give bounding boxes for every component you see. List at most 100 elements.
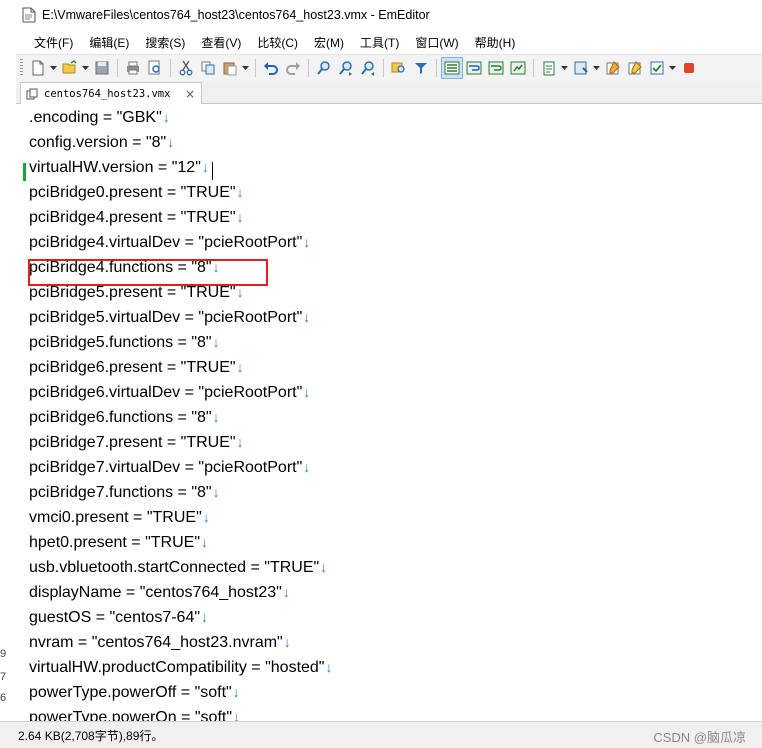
find-button[interactable] bbox=[314, 58, 334, 78]
save-button[interactable] bbox=[92, 58, 112, 78]
editor-line[interactable]: pciBridge0.present = "TRUE"↓ bbox=[29, 180, 244, 205]
editor-line[interactable]: nvram = "centos764_host23.nvram"↓ bbox=[29, 630, 291, 655]
menu-help[interactable]: 帮助(H) bbox=[467, 32, 524, 54]
line-text: pciBridge0.present = "TRUE" bbox=[29, 184, 236, 201]
eol-arrow-icon: ↓ bbox=[236, 434, 244, 450]
checklist-icon bbox=[650, 61, 664, 75]
text-caret bbox=[212, 162, 213, 180]
line-text: pciBridge4.virtualDev = "pcieRootPort" bbox=[29, 234, 303, 251]
editor-line[interactable]: pciBridge6.functions = "8"↓ bbox=[29, 405, 220, 430]
paste-button[interactable] bbox=[220, 58, 240, 78]
wrap-ruler-button[interactable] bbox=[486, 58, 506, 78]
open-dropdown[interactable] bbox=[81, 58, 89, 78]
editor-line[interactable]: pciBridge5.present = "TRUE"↓ bbox=[29, 280, 244, 305]
editor-line[interactable]: pciBridge5.virtualDev = "pcieRootPort"↓ bbox=[29, 305, 310, 330]
editor-line[interactable]: .encoding = "GBK"↓ bbox=[29, 105, 170, 130]
eol-arrow-icon: ↓ bbox=[212, 484, 220, 500]
find-next-icon bbox=[339, 61, 352, 76]
normal-mode-button[interactable] bbox=[441, 57, 463, 79]
editor-line[interactable]: pciBridge6.present = "TRUE"↓ bbox=[29, 355, 244, 380]
toolbar-separator bbox=[436, 59, 437, 77]
find-in-files-icon bbox=[391, 62, 405, 73]
menu-search[interactable]: 搜索(S) bbox=[137, 32, 193, 54]
menu-file[interactable]: 文件(F) bbox=[16, 32, 81, 54]
editor-line[interactable]: pciBridge4.virtualDev = "pcieRootPort"↓ bbox=[29, 230, 310, 255]
menu-view[interactable]: 查看(V) bbox=[193, 32, 249, 54]
line-text: pciBridge7.functions = "8" bbox=[29, 484, 212, 501]
eol-arrow-icon: ↓ bbox=[212, 259, 220, 275]
macro-button[interactable] bbox=[571, 58, 591, 78]
paste-dropdown[interactable] bbox=[241, 58, 249, 78]
customize-button[interactable] bbox=[603, 58, 623, 78]
editor-line[interactable]: pciBridge4.present = "TRUE"↓ bbox=[29, 205, 244, 230]
redo-button[interactable] bbox=[283, 58, 303, 78]
status-bar: 2.64 KB(2,708字节),89行。 CSDN @脑瓜凉 bbox=[0, 721, 762, 748]
tab-document[interactable]: centos764_host23.vmx × bbox=[20, 82, 202, 104]
eol-arrow-icon: ↓ bbox=[236, 284, 244, 300]
undo-button[interactable] bbox=[261, 58, 281, 78]
line-text: pciBridge5.present = "TRUE" bbox=[29, 284, 236, 301]
tab-bar: centos764_host23.vmx × bbox=[16, 81, 762, 104]
copy-button[interactable] bbox=[198, 58, 218, 78]
line-text: pciBridge6.functions = "8" bbox=[29, 409, 212, 426]
editor-line[interactable]: usb.vbluetooth.startConnected = "TRUE"↓ bbox=[29, 555, 327, 580]
open-button[interactable] bbox=[60, 58, 80, 78]
filter-button[interactable] bbox=[411, 58, 431, 78]
wrap-window-button[interactable] bbox=[464, 58, 484, 78]
editor-line[interactable]: displayName = "centos764_host23"↓ bbox=[29, 580, 290, 605]
eol-arrow-icon: ↓ bbox=[162, 109, 170, 125]
editor-line[interactable]: pciBridge5.functions = "8"↓ bbox=[29, 330, 220, 355]
title-bar: E:\VmwareFiles\centos764_host23\centos76… bbox=[0, 0, 762, 30]
editor-line[interactable]: pciBridge6.virtualDev = "pcieRootPort"↓ bbox=[29, 380, 310, 405]
editor-line[interactable]: pciBridge7.present = "TRUE"↓ bbox=[29, 430, 244, 455]
eol-arrow-icon: ↓ bbox=[325, 659, 333, 675]
line-text: pciBridge4.present = "TRUE" bbox=[29, 209, 236, 226]
file-icon bbox=[22, 7, 36, 23]
checklist-dropdown[interactable] bbox=[668, 58, 676, 78]
menu-edit[interactable]: 编辑(E) bbox=[81, 32, 137, 54]
editor-line[interactable]: pciBridge7.virtualDev = "pcieRootPort"↓ bbox=[29, 455, 310, 480]
editor-area[interactable]: .encoding = "GBK"↓ config.version = "8"↓ v… bbox=[16, 104, 762, 721]
editor-line[interactable]: pciBridge7.functions = "8"↓ bbox=[29, 480, 220, 505]
menu-compare[interactable]: 比较(C) bbox=[249, 32, 306, 54]
eol-arrow-icon: ↓ bbox=[167, 134, 175, 150]
editor-line[interactable]: hpet0.present = "TRUE"↓ bbox=[29, 530, 208, 555]
wrap-page-button[interactable] bbox=[508, 58, 528, 78]
line-text: powerType.powerOn = "soft" bbox=[29, 709, 233, 721]
record-button[interactable] bbox=[679, 58, 699, 78]
new-file-button[interactable] bbox=[28, 58, 48, 78]
toolbar-separator bbox=[308, 59, 309, 77]
close-icon[interactable]: × bbox=[185, 87, 195, 101]
toolbar-grip[interactable] bbox=[20, 59, 23, 77]
menu-macro[interactable]: 宏(M) bbox=[306, 32, 352, 54]
print-button[interactable] bbox=[123, 58, 143, 78]
editor-line[interactable]: config.version = "8"↓ bbox=[29, 130, 174, 155]
clipboard-dropdown[interactable] bbox=[560, 58, 568, 78]
customize-icon bbox=[606, 61, 620, 75]
editor-line[interactable]: vmci0.present = "TRUE"↓ bbox=[29, 505, 210, 530]
menu-tools[interactable]: 工具(T) bbox=[352, 32, 407, 54]
line-text: pciBridge7.present = "TRUE" bbox=[29, 434, 236, 451]
macro-dropdown[interactable] bbox=[592, 58, 600, 78]
menu-window[interactable]: 窗口(W) bbox=[407, 32, 466, 54]
new-file-dropdown[interactable] bbox=[49, 58, 57, 78]
cut-button[interactable] bbox=[176, 58, 196, 78]
editor-line[interactable]: guestOS = "centos7-64"↓ bbox=[29, 605, 208, 630]
toolbar-separator bbox=[255, 59, 256, 77]
editor-line[interactable]: virtualHW.productCompatibility = "hosted… bbox=[29, 655, 332, 680]
eol-arrow-icon: ↓ bbox=[212, 409, 220, 425]
find-in-files-button[interactable] bbox=[389, 58, 409, 78]
editor-line[interactable]: virtualHW.version = "12"↓ bbox=[29, 155, 209, 180]
checklist-button[interactable] bbox=[647, 58, 667, 78]
editor-line[interactable]: pciBridge4.functions = "8"↓ bbox=[29, 255, 220, 280]
record-icon bbox=[684, 63, 694, 73]
editor-line[interactable]: powerType.powerOff = "soft"↓ bbox=[29, 680, 240, 705]
clipboard-button[interactable] bbox=[539, 58, 559, 78]
editor-line[interactable]: powerType.powerOn = "soft"↓ bbox=[29, 705, 240, 721]
print-preview-icon bbox=[148, 60, 160, 75]
find-prev-button[interactable] bbox=[358, 58, 378, 78]
wrap-window-icon bbox=[466, 61, 482, 75]
config-button[interactable] bbox=[625, 58, 645, 78]
print-preview-button[interactable] bbox=[145, 58, 165, 78]
find-next-button[interactable] bbox=[336, 58, 356, 78]
